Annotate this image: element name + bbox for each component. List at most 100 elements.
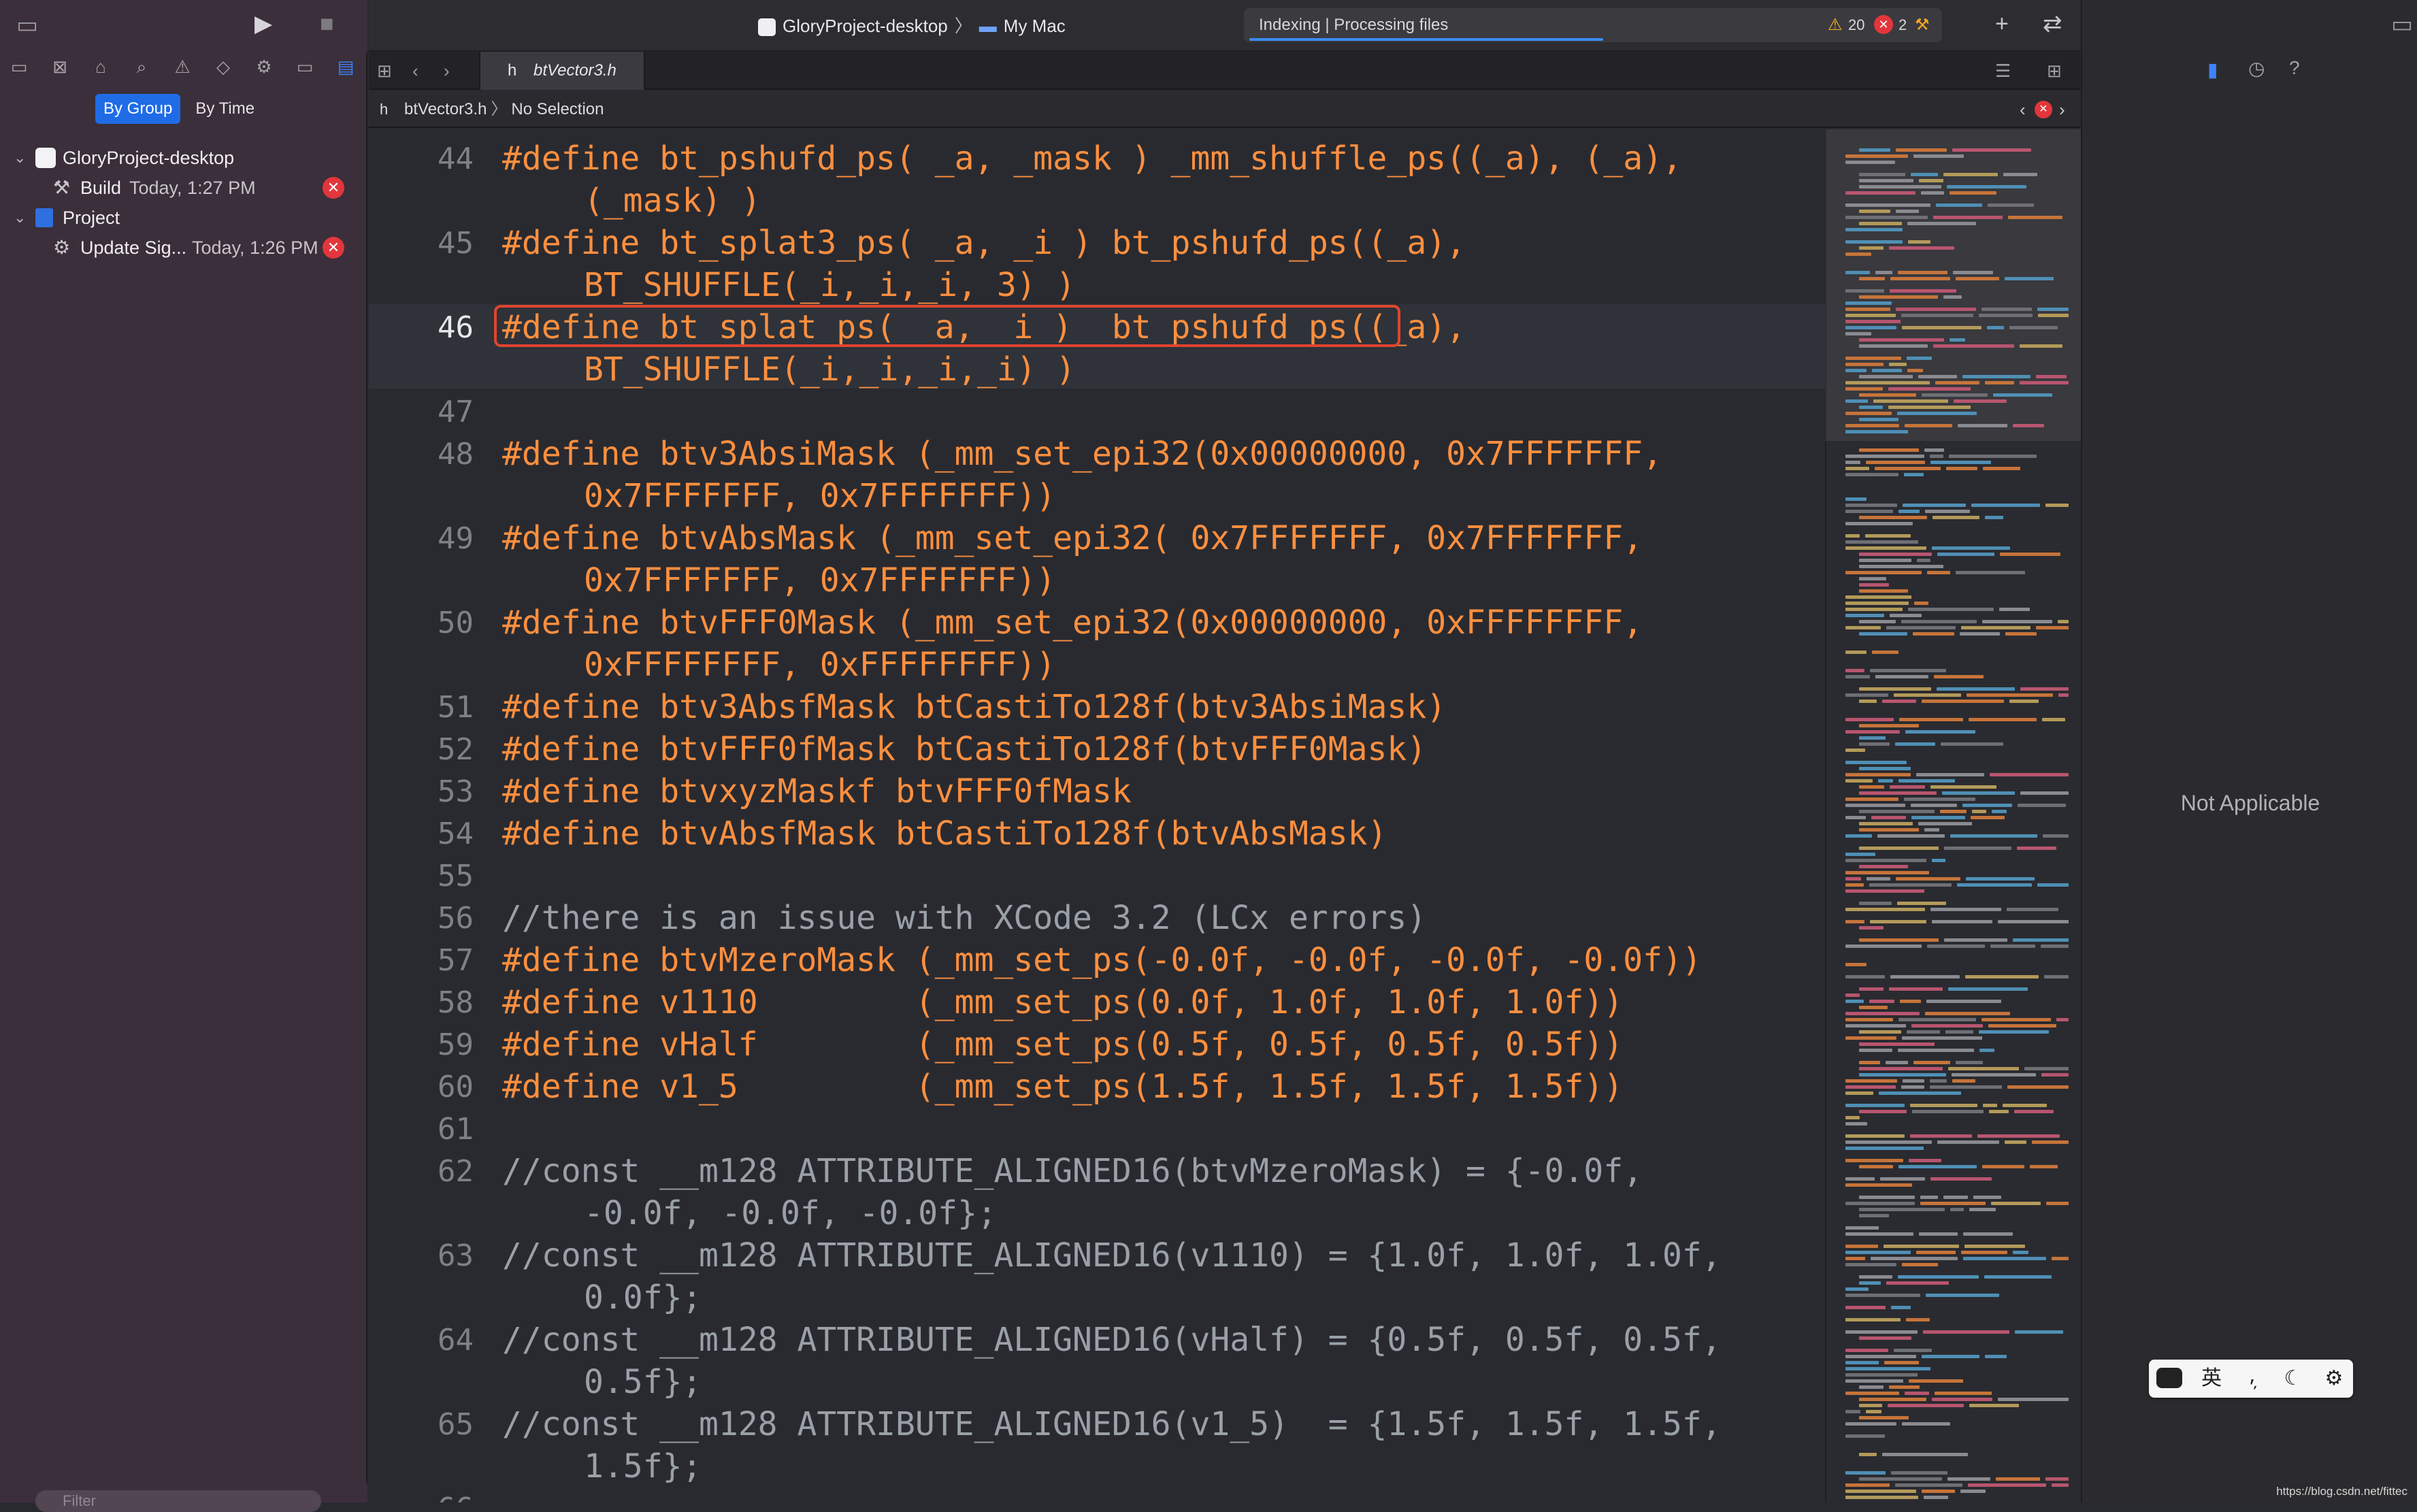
file-inspector-icon[interactable]: ▮ — [2207, 59, 2218, 81]
minimap-line — [1982, 1165, 2024, 1168]
stop-button[interactable]: ■ — [320, 12, 334, 35]
minimap-line — [1945, 1030, 1973, 1034]
history-icon[interactable]: ◷ — [2248, 57, 2265, 80]
by-group-button[interactable]: By Group — [95, 94, 181, 124]
tree-row-project-group[interactable]: ⌄ Project — [0, 203, 367, 233]
code-line: #define btvxyzMaskf btvFFF0fMask — [502, 772, 1132, 810]
chevron-down-icon[interactable]: ⌄ — [14, 203, 30, 233]
minimap-line — [1891, 1306, 1911, 1309]
minimap-line — [1845, 314, 1896, 317]
minimap-line — [1859, 865, 1908, 868]
minimap-line — [1845, 669, 1864, 672]
minimap-line — [1937, 687, 2015, 691]
test-icon[interactable]: ◇ — [211, 54, 235, 79]
code-line: #define v1_5 (_mm_set_ps(1.5f, 1.5f, 1.5… — [502, 1068, 1624, 1106]
minimap-line — [2041, 944, 2069, 948]
ime-language-toggle[interactable]: 英 — [2197, 1360, 2226, 1398]
tree-row-build[interactable]: ⚒ Build Today, 1:27 PM ✕ — [0, 173, 367, 203]
tab-btvector3[interactable]: h btVector3.h — [479, 52, 645, 90]
minimap-line — [1859, 338, 1944, 342]
breadcrumb-selection[interactable]: No Selection — [511, 100, 604, 118]
breadcrumb-file[interactable]: btVector3.h — [404, 100, 487, 118]
grid-icon[interactable]: ⊞ — [377, 52, 392, 90]
minimap-line — [2018, 804, 2066, 807]
error-icon[interactable]: ✕ — [2035, 101, 2052, 118]
minimap-line — [1998, 920, 2069, 923]
scheme-selector[interactable]: GloryProject-desktop 〉 ▬ My Mac — [758, 12, 1066, 39]
minimap-line — [1845, 161, 1895, 164]
toggle-navigator-icon[interactable]: ▭ — [16, 14, 38, 37]
previous-issue-icon[interactable]: ‹ — [2020, 91, 2026, 128]
minimap-line — [1937, 553, 1994, 556]
minimap-line — [1898, 510, 1920, 513]
minimap-line — [1845, 381, 1930, 384]
split-editor-icon[interactable]: ⊞ — [2047, 52, 2062, 90]
source-editor[interactable]: 44 #define bt_pshufd_ps( _a, _mask ) _mm_… — [369, 129, 1825, 1502]
ime-logo-icon[interactable] — [2154, 1360, 2184, 1398]
line-number: 57 — [438, 943, 474, 978]
folder-icon[interactable]: ▭ — [7, 54, 31, 79]
warning-count[interactable]: 20 — [1848, 8, 1864, 42]
report-icon[interactable]: ▤ — [333, 54, 358, 79]
run-button[interactable]: ▶ — [254, 12, 272, 35]
back-icon[interactable]: ‹ — [412, 52, 418, 90]
gear-icon[interactable]: ⚙ — [2319, 1360, 2349, 1398]
minimap-line — [1845, 399, 1868, 403]
code-line: #define btvMzeroMask (_mm_set_ps(-0.0f, … — [502, 941, 1702, 979]
minimap-line — [2056, 1018, 2069, 1021]
minimap-line — [1845, 1392, 1899, 1395]
swap-icon[interactable]: ⇄ — [2043, 12, 2062, 35]
minimap-line — [1845, 191, 1915, 195]
warning-icon[interactable]: ⚠ — [1828, 8, 1843, 42]
toggle-inspector-icon[interactable]: ▭ — [2391, 11, 2413, 38]
breadcrumb[interactable]: btVector3.h 〉 No Selection — [404, 91, 604, 128]
minimap-line — [1845, 412, 1892, 415]
minimap-line — [1985, 1355, 2007, 1358]
breakpoint-icon[interactable]: ▭ — [293, 54, 317, 79]
minimap-line — [1845, 1330, 1918, 1334]
minimap-line — [1875, 271, 1892, 274]
minimap-line — [1972, 810, 1986, 813]
minimap-line — [2058, 693, 2069, 697]
minimap-line — [1845, 387, 1883, 391]
minimap-line — [1845, 1422, 1896, 1426]
hammer-icon[interactable]: ⚒ — [1915, 8, 1930, 42]
minimap-line — [1985, 381, 2014, 384]
find-icon[interactable]: ⌕ — [129, 54, 154, 79]
ime-punctuation-toggle[interactable]: ⸴̦ — [2237, 1360, 2267, 1398]
minimap-line — [1845, 1036, 1896, 1040]
minimap-line — [1859, 1416, 1909, 1419]
minimap-line — [1845, 859, 1926, 862]
minimap-line — [1896, 210, 1919, 213]
minimap-line — [1918, 375, 1957, 378]
issue-icon[interactable]: ⚠ — [170, 54, 195, 79]
line-number: 61 — [438, 1112, 474, 1147]
next-issue-icon[interactable]: › — [2059, 91, 2065, 128]
tree-row-update[interactable]: ⚙ Update Sig... Today, 1:26 PM ✕ — [0, 233, 367, 263]
minimap-line — [1952, 148, 2031, 152]
minimap-line — [1845, 798, 1898, 801]
chevron-down-icon[interactable]: ⌄ — [14, 143, 30, 173]
minimap-line — [1999, 608, 2030, 611]
watermark: https://blog.csdn.net/fittec — [2276, 1485, 2407, 1498]
source-control-icon[interactable]: ⊠ — [48, 54, 72, 79]
minimap-line — [1932, 546, 2010, 550]
add-icon[interactable]: + — [1995, 12, 2009, 35]
minimap-line — [1845, 626, 1881, 629]
error-count[interactable]: 2 — [1898, 8, 1907, 42]
code-line: #define btvAbsMask (_mm_set_epi32( 0x7FF… — [502, 519, 1643, 557]
by-time-button[interactable]: By Time — [187, 94, 263, 124]
debug-icon[interactable]: ⚙ — [252, 54, 276, 79]
tree-row-project[interactable]: ⌄ GloryProject-desktop — [0, 143, 367, 173]
symbol-icon[interactable]: ⌂ — [88, 54, 113, 79]
minimap-line — [1920, 1202, 1986, 1205]
error-icon[interactable]: ✕ — [1874, 15, 1893, 34]
help-icon[interactable]: ? — [2289, 57, 2300, 79]
moon-icon[interactable]: ☾ — [2278, 1360, 2308, 1398]
minimap-line — [1845, 467, 1869, 470]
editor-options-icon[interactable]: ☰ — [1995, 52, 2011, 90]
minimap-line — [1979, 1049, 1994, 1052]
forward-icon[interactable]: › — [444, 52, 450, 90]
filter-input[interactable]: Filter — [35, 1490, 321, 1512]
minimap-line — [1962, 804, 2012, 807]
